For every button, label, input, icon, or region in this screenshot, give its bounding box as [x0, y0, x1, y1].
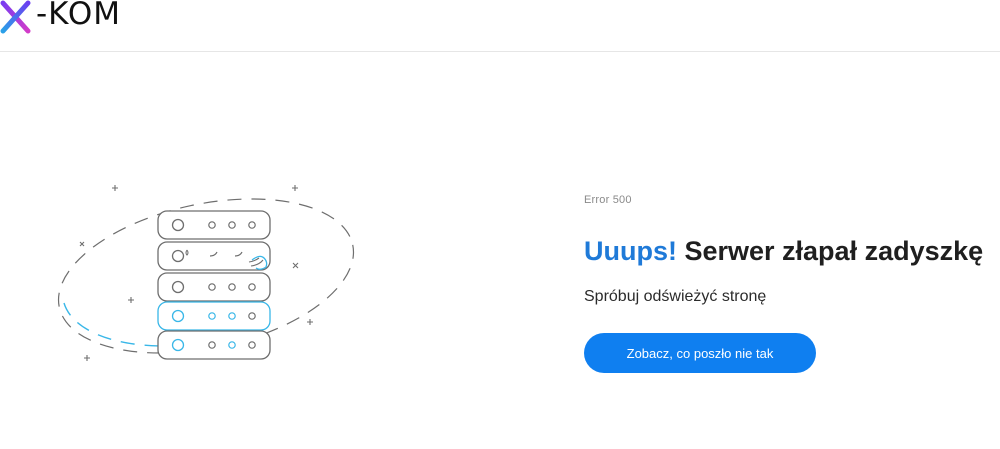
headline-text: Serwer złapał zadyszkę — [676, 236, 984, 266]
server-unit-4 — [157, 301, 271, 331]
server-unit-2 — [157, 241, 271, 271]
server-illustration — [57, 185, 355, 361]
site-logo[interactable]: -KOM — [0, 0, 121, 34]
headline-accent: Uuups! — [584, 236, 677, 266]
orbit-ellipse-accent — [63, 302, 167, 347]
error-content: Error 500 Uuups! Serwer złapał zadyszkę … — [584, 192, 1000, 373]
logo-wordmark: -KOM — [36, 0, 121, 32]
server-unit-3 — [157, 272, 271, 302]
server-unit-1 — [157, 210, 271, 240]
error-headline: Uuups! Serwer złapał zadyszkę — [584, 234, 1000, 268]
error-code: Error 500 — [584, 194, 632, 206]
error-subtitle: Spróbuj odświeżyć stronę — [584, 288, 767, 305]
x-kom-logo-icon — [0, 0, 31, 34]
site-header: -KOM — [0, 0, 1000, 52]
details-button[interactable]: Zobacz, co poszło nie tak — [584, 333, 816, 373]
server-unit-5 — [157, 330, 271, 360]
